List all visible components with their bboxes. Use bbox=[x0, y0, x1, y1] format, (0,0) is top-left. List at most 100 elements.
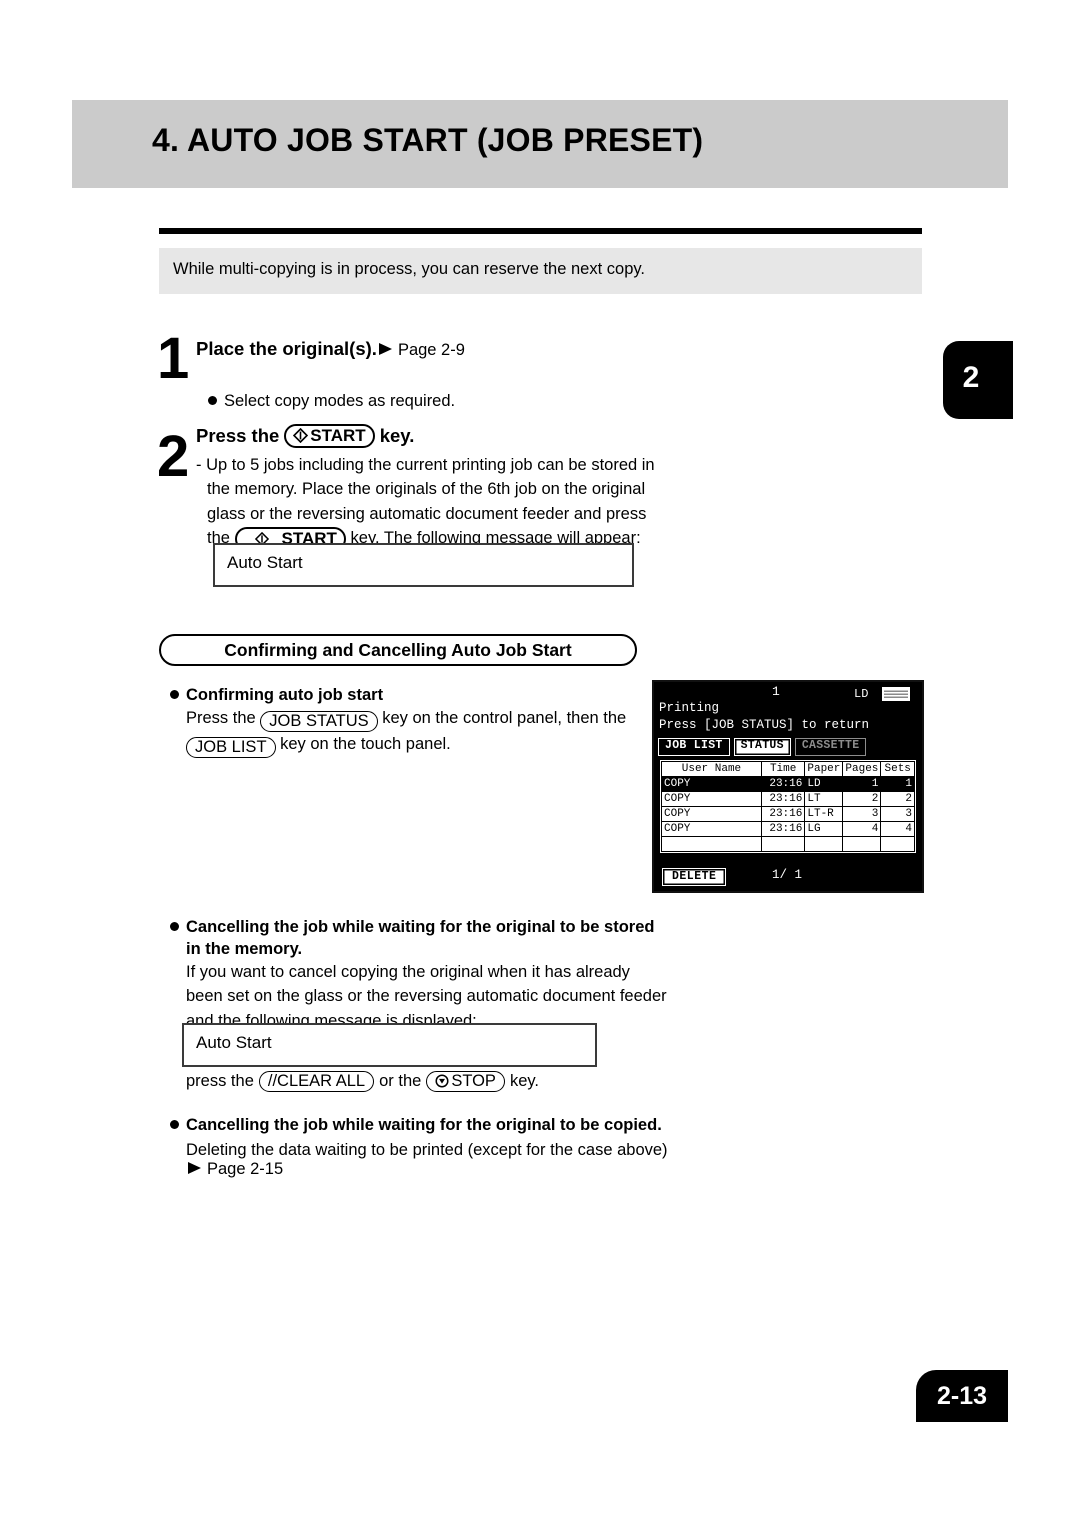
cell-empty bbox=[842, 836, 882, 852]
step-1-page-ref: Page 2-9 bbox=[397, 341, 465, 359]
arrow-right-icon bbox=[188, 1162, 201, 1174]
subsection-2-line-2: been set on the glass or the reversing a… bbox=[186, 987, 667, 1006]
lcd-copy-count: 1 bbox=[772, 684, 780, 699]
section-heading-label: Confirming and Cancelling Auto Job Start bbox=[224, 640, 572, 660]
lcd-hint-text: Press [JOB STATUS] to return bbox=[659, 718, 870, 732]
job-status-key-capsule: JOB STATUS bbox=[260, 711, 378, 732]
subsection-3-body: Deleting the data waiting to be printed … bbox=[186, 1138, 668, 1162]
cell-empty bbox=[880, 836, 915, 852]
subsection-1-line-2-suffix: key on the touch panel. bbox=[280, 734, 451, 753]
cell-empty bbox=[661, 836, 762, 852]
cell-pages: 4 bbox=[842, 821, 882, 837]
subsection-2-footer-prefix: press the bbox=[186, 1071, 254, 1090]
table-row[interactable]: COPY 23:16 LG 4 4 bbox=[661, 821, 915, 837]
chapter-tab-label: 2 bbox=[962, 361, 980, 394]
paper-stack-icon bbox=[882, 687, 910, 701]
subsection-1-line-2: JOB LIST key on the touch panel. bbox=[186, 732, 646, 758]
start-key-label: START bbox=[310, 426, 366, 445]
auto-start-message-box-2: Auto Start bbox=[182, 1023, 597, 1067]
cell-paper: LT bbox=[804, 791, 844, 807]
table-row[interactable]: COPY 23:16 LT 2 2 bbox=[661, 791, 915, 807]
cell-paper: LT-R bbox=[804, 806, 844, 822]
subsection-1-body: Press the JOB STATUS key on the control … bbox=[186, 706, 646, 758]
subsection-3-line-1: Deleting the data waiting to be printed … bbox=[186, 1141, 668, 1159]
step-2-line-3: glass or the reversing automatic documen… bbox=[207, 504, 647, 523]
bullet-dot-icon bbox=[170, 1120, 179, 1129]
subsection-1-line-1: Press the JOB STATUS key on the control … bbox=[186, 706, 646, 732]
subsection-2-heading-line-1: Cancelling the job while waiting for the… bbox=[170, 918, 654, 937]
cell-time: 23:16 bbox=[760, 776, 806, 792]
column-header-time: Time bbox=[760, 761, 806, 777]
column-header-pages: Pages bbox=[842, 761, 882, 777]
table-row[interactable]: COPY 23:16 LT-R 3 3 bbox=[661, 806, 915, 822]
lcd-tab-cassette[interactable]: CASSETTE bbox=[794, 738, 867, 756]
subsection-2-footer-mid: or the bbox=[379, 1071, 422, 1090]
lcd-job-table: User Name Time Paper Pages Sets COPY 23:… bbox=[660, 760, 916, 853]
bullet-dot-icon bbox=[208, 396, 217, 405]
cell-pages: 1 bbox=[842, 776, 882, 792]
clear-all-key-capsule: //CLEAR ALL bbox=[258, 1071, 375, 1092]
auto-start-message-text-1: Auto Start bbox=[227, 553, 303, 572]
cell-pages: 3 bbox=[842, 806, 882, 822]
lcd-tab-job-list[interactable]: JOB LIST bbox=[658, 738, 730, 756]
subsection-2-footer-line: press the //CLEAR ALL or the STOP key. bbox=[186, 1071, 539, 1092]
page-number-label: 2-13 bbox=[936, 1382, 988, 1410]
page-number-badge: 2-13 bbox=[916, 1370, 1008, 1422]
bullet-dot-icon bbox=[170, 690, 179, 699]
intro-callout-box: While multi-copying is in process, you c… bbox=[159, 248, 922, 294]
subsection-3-page-ref-text: Page 2-15 bbox=[207, 1160, 284, 1178]
subsection-3-page-ref: Page 2-15 bbox=[186, 1160, 283, 1179]
lcd-page-indicator: 1/ 1 bbox=[772, 868, 803, 882]
cell-user-name: COPY bbox=[661, 806, 762, 822]
lcd-tab-status[interactable]: STATUS bbox=[733, 738, 791, 756]
step-2-heading-prefix: Press the bbox=[196, 424, 280, 446]
chapter-title-band: 4. AUTO JOB START (JOB PRESET) bbox=[72, 100, 1008, 188]
cell-empty bbox=[760, 836, 806, 852]
lcd-touch-panel[interactable]: 1 LD Printing Press [JOB STATUS] to retu… bbox=[652, 680, 924, 893]
chapter-tab: 2 bbox=[943, 341, 1013, 419]
subsection-2-heading-line-2: in the memory. bbox=[186, 940, 303, 958]
cell-sets: 4 bbox=[880, 821, 915, 837]
page-title: 4. AUTO JOB START (JOB PRESET) bbox=[152, 122, 704, 158]
stop-key-label: STOP bbox=[451, 1072, 496, 1090]
cell-user-name: COPY bbox=[661, 776, 762, 792]
stop-key-capsule: STOP bbox=[426, 1071, 505, 1092]
lcd-paper-size: LD bbox=[854, 687, 869, 701]
delete-button[interactable]: DELETE bbox=[662, 868, 727, 886]
lcd-tab-bar: JOB LIST STATUS CASSETTE bbox=[658, 738, 867, 756]
step-2-body: - Up to 5 jobs including the current pri… bbox=[196, 453, 655, 551]
start-diamond-icon bbox=[293, 428, 309, 444]
subsection-3-heading-text: Cancelling the job while waiting for the… bbox=[186, 1116, 662, 1134]
cell-time: 23:16 bbox=[760, 806, 806, 822]
start-key-capsule: START bbox=[284, 424, 375, 448]
cell-time: 23:16 bbox=[760, 821, 806, 837]
lcd-top-bar: 1 LD Printing Press [JOB STATUS] to retu… bbox=[654, 682, 922, 745]
lcd-table-header-row: User Name Time Paper Pages Sets bbox=[661, 761, 915, 777]
cell-sets: 2 bbox=[880, 791, 915, 807]
subsection-1-heading: Confirming auto job start bbox=[170, 686, 383, 705]
cell-empty bbox=[804, 836, 844, 852]
table-row-empty bbox=[661, 836, 915, 852]
subsection-1-line-1-prefix: Press the bbox=[186, 709, 256, 727]
cell-paper: LD bbox=[804, 776, 844, 792]
step-2-number: 2 bbox=[157, 424, 190, 489]
column-header-user-name: User Name bbox=[661, 761, 762, 777]
step-1-heading-text: Place the original(s). bbox=[196, 338, 377, 359]
subsection-2-footer-end: key. bbox=[509, 1071, 539, 1090]
cell-pages: 2 bbox=[842, 791, 882, 807]
cell-time: 23:16 bbox=[760, 791, 806, 807]
step-1-bullet-text: Select copy modes as required. bbox=[224, 392, 456, 410]
step-1-number: 1 bbox=[157, 326, 190, 391]
job-status-key-label: JOB STATUS bbox=[269, 712, 369, 730]
job-list-key-label: JOB LIST bbox=[195, 737, 267, 756]
section-heading-pill: Confirming and Cancelling Auto Job Start bbox=[159, 634, 637, 666]
column-header-paper: Paper bbox=[804, 761, 844, 777]
subsection-3-heading: Cancelling the job while waiting for the… bbox=[170, 1116, 662, 1135]
column-header-sets: Sets bbox=[880, 761, 915, 777]
step-2-heading-suffix: key. bbox=[379, 424, 415, 446]
stop-circle-icon bbox=[435, 1074, 449, 1089]
step-2-line-1: - Up to 5 jobs including the current pri… bbox=[196, 456, 655, 474]
table-row[interactable]: COPY 23:16 LD 1 1 bbox=[661, 776, 915, 792]
subsection-1-line-1-suffix: key on the control panel, then the bbox=[382, 709, 627, 727]
subsection-1-heading-text: Confirming auto job start bbox=[186, 686, 384, 704]
